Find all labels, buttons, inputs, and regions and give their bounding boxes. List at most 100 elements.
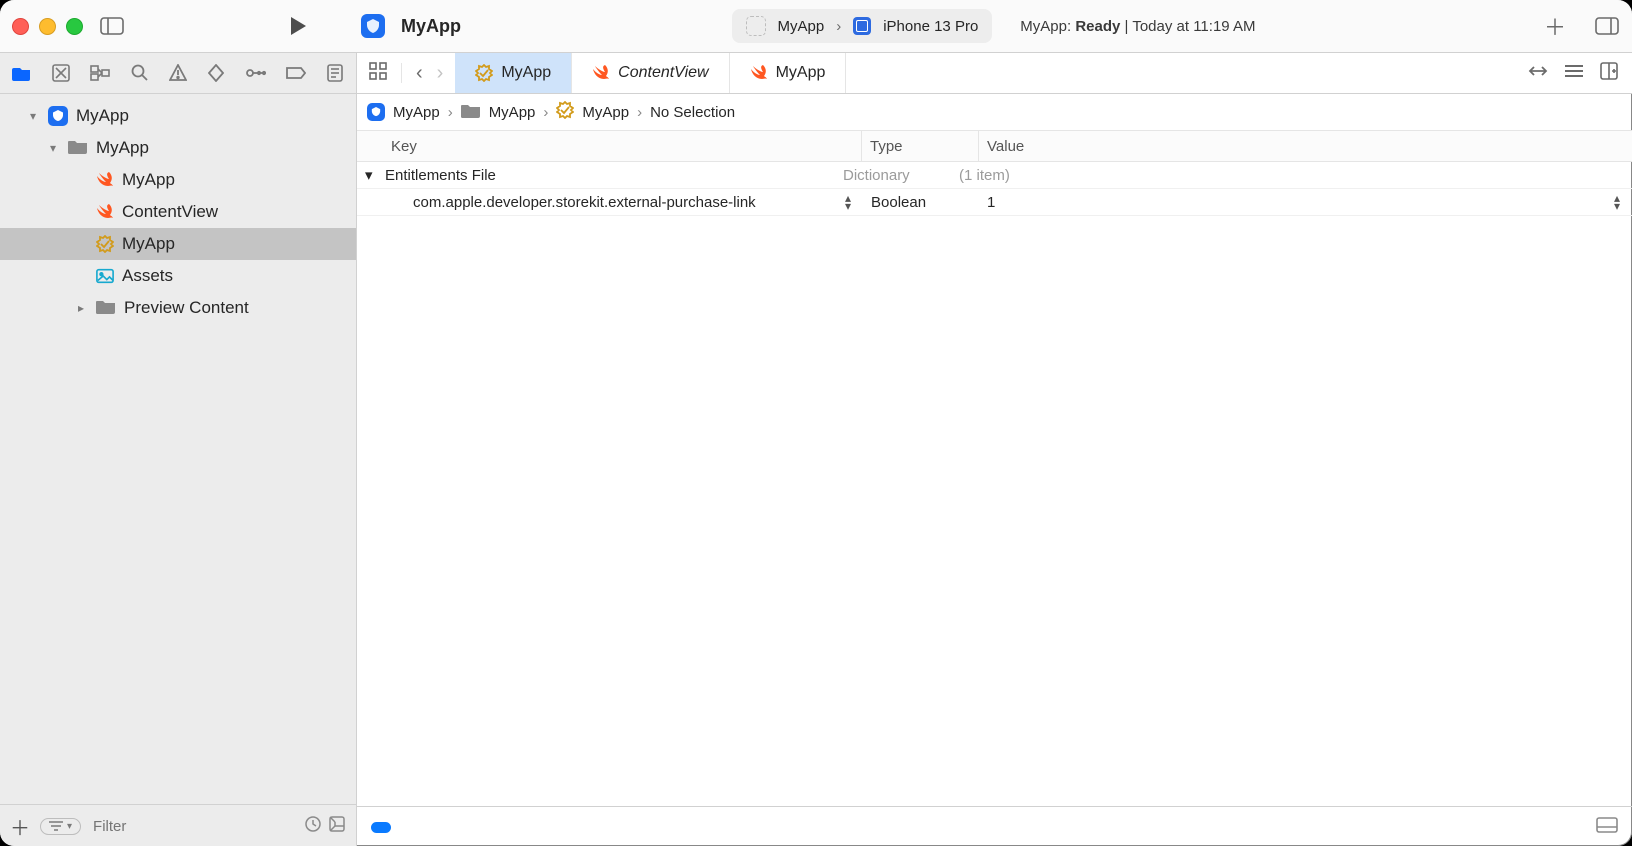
run-button[interactable] (285, 16, 311, 36)
nav-back-button[interactable]: ‹ (416, 62, 423, 85)
breakpoint-navigator-icon[interactable] (286, 63, 306, 83)
navigator-filter-input[interactable] (91, 817, 294, 836)
plist-row[interactable]: ▾ Entitlements File Dictionary (1 item) (357, 162, 1632, 189)
device-icon (853, 17, 871, 35)
window-title: MyApp (401, 16, 461, 37)
tree-item-label: MyApp (122, 170, 175, 190)
scheme-selector[interactable]: MyApp › iPhone 13 Pro (732, 9, 993, 43)
column-type[interactable]: Type (862, 131, 979, 161)
chevron-right-icon: › (448, 104, 453, 121)
plist-type: Dictionary (835, 167, 951, 184)
tree-item-folder[interactable]: ▾ MyApp (0, 132, 356, 164)
tree-item-project[interactable]: ▾MyApp (0, 100, 356, 132)
stepper-icon[interactable]: ▴▾ (1614, 194, 1620, 210)
tree-item-assets[interactable]: Assets (0, 260, 356, 292)
swift-icon (96, 203, 114, 221)
source-control-navigator-icon[interactable] (52, 63, 70, 83)
plist-key: Entitlements File (385, 167, 496, 184)
debug-bar (357, 806, 1632, 846)
entitlements-icon (556, 106, 574, 123)
xcode-window: MyApp MyApp › iPhone 13 Pro MyApp: Ready… (0, 0, 1632, 846)
plist-header: Key Type Value (357, 131, 1632, 162)
tree-item-entitlements[interactable]: MyApp (0, 228, 356, 260)
project-navigator-icon[interactable] (12, 63, 32, 83)
symbol-navigator-icon[interactable] (90, 63, 110, 83)
plist-value: (1 item) (959, 167, 1010, 184)
tab-controls-left: ‹ › (357, 53, 455, 93)
recent-filter-icon[interactable] (304, 815, 322, 837)
breadcrumb-segment[interactable]: MyApp (393, 104, 440, 121)
tab-label: ContentView (618, 64, 708, 82)
plist-value: 1 (987, 194, 995, 211)
plist-type: Boolean (863, 194, 979, 211)
toggle-navigator-icon[interactable] (99, 16, 125, 36)
column-key[interactable]: Key (357, 131, 862, 161)
adjust-editor-icon[interactable] (1528, 64, 1548, 82)
add-file-button[interactable]: ＋ (10, 812, 30, 841)
breadcrumb-segment[interactable]: No Selection (650, 104, 735, 121)
test-navigator-icon[interactable] (207, 63, 225, 83)
tab-bar: ‹ › MyApp ContentView MyApp (357, 53, 1632, 94)
tab-myapp[interactable]: MyApp (455, 53, 572, 93)
title-toolbar: MyApp MyApp › iPhone 13 Pro MyApp: Ready… (0, 0, 1632, 53)
jump-bar[interactable]: MyApp › MyApp › MyApp › No Selection (357, 94, 1632, 131)
column-value[interactable]: Value (979, 131, 1632, 161)
close-window-button[interactable] (12, 18, 29, 35)
filter-scope-button[interactable]: ▾ (40, 818, 81, 835)
tree-item-swift[interactable]: MyApp (0, 164, 356, 196)
tree-item-label: ContentView (122, 202, 218, 222)
tree-item-label: Assets (122, 266, 173, 286)
scheme-name: MyApp (778, 18, 825, 35)
chevron-right-icon: › (836, 18, 841, 35)
zoom-window-button[interactable] (66, 18, 83, 35)
editor-area: ‹ › MyAppContentViewMyApp MyApp›MyApp›My… (357, 53, 1632, 846)
swift-icon (592, 64, 610, 82)
swift-icon (96, 171, 114, 189)
related-items-icon[interactable] (369, 62, 387, 84)
navigator-footer: ＋ ▾ (0, 804, 356, 846)
breadcrumb-segment[interactable]: MyApp (489, 104, 536, 121)
editor-options-icon[interactable] (1564, 64, 1584, 82)
folder-icon (68, 138, 88, 159)
stepper-icon[interactable]: ▴▾ (845, 194, 851, 210)
tree-item-folder[interactable]: ▸ Preview Content (0, 292, 356, 324)
assets-icon (96, 267, 114, 285)
tree-item-label: Preview Content (124, 298, 249, 318)
navigator-sidebar: ▾MyApp▾MyAppMyAppContentViewMyAppAssets▸… (0, 53, 357, 846)
breadcrumb-segment[interactable]: MyApp (582, 104, 629, 121)
chevron-down-icon[interactable]: ▾ (365, 166, 379, 184)
entitlements-icon (475, 64, 493, 82)
chevron-right-icon: › (637, 104, 642, 121)
project-tree: ▾MyApp▾MyAppMyAppContentViewMyAppAssets▸… (0, 94, 356, 804)
navigator-selector (0, 53, 356, 94)
tree-item-label: MyApp (96, 138, 149, 158)
nav-forward-button[interactable]: › (437, 62, 444, 85)
debug-navigator-icon[interactable] (246, 63, 266, 83)
tree-item-label: MyApp (122, 234, 175, 254)
issue-navigator-icon[interactable] (169, 63, 187, 83)
toggle-debug-area-icon[interactable] (1596, 817, 1618, 837)
folder-icon (96, 298, 116, 319)
chevron-down-icon[interactable]: ▾ (26, 109, 40, 123)
device-name: iPhone 13 Pro (883, 18, 978, 35)
tab-contentview[interactable]: ContentView (572, 53, 729, 93)
tree-item-swift[interactable]: ContentView (0, 196, 356, 228)
add-editor-icon[interactable] (1600, 62, 1618, 84)
entitlements-icon (96, 235, 114, 253)
report-navigator-icon[interactable] (326, 63, 344, 83)
plist-row[interactable]: com.apple.developer.storekit.external-pu… (357, 189, 1632, 216)
minimize-window-button[interactable] (39, 18, 56, 35)
toggle-inspector-icon[interactable] (1594, 16, 1620, 36)
chevron-right-icon[interactable]: ▸ (74, 301, 88, 315)
plist-body: ▾ Entitlements File Dictionary (1 item) com.… (357, 162, 1632, 216)
chevron-right-icon: › (543, 104, 548, 121)
breakpoint-toggle[interactable] (371, 822, 391, 833)
chevron-down-icon[interactable]: ▾ (46, 141, 60, 155)
app-icon (361, 14, 385, 38)
find-navigator-icon[interactable] (130, 63, 148, 83)
tab-label: MyApp (501, 64, 551, 82)
tab-myapp[interactable]: MyApp (730, 53, 847, 93)
scm-filter-icon[interactable] (328, 815, 346, 837)
add-button[interactable]: ＋ (1544, 10, 1566, 42)
tabs-container: MyApp ContentView MyApp (455, 53, 846, 93)
